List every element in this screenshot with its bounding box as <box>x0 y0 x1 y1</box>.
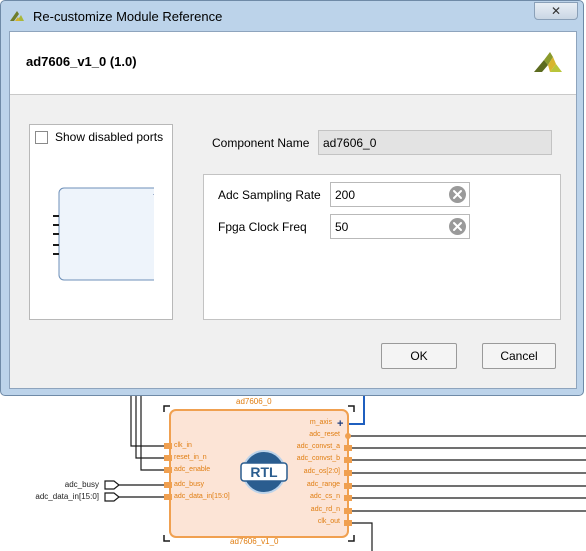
vivado-app-icon <box>10 11 24 21</box>
component-name-label: Component Name <box>212 136 310 150</box>
port-adc-enable[interactable]: adc_enable <box>174 466 210 473</box>
ok-button[interactable]: OK <box>381 343 457 369</box>
port-adc-data-in[interactable]: adc_data_in[15:0] <box>174 493 230 500</box>
module-title: ad7606_v1_0 (1.0) <box>26 54 137 69</box>
port-adc-busy[interactable]: adc_busy <box>174 481 204 488</box>
dialog-titlebar[interactable]: Re-customize Module Reference ✕ <box>1 1 585 31</box>
block-instance-name: ad7606_0 <box>236 397 272 406</box>
close-button[interactable]: ✕ <box>534 2 578 20</box>
dialog-title: Re-customize Module Reference <box>33 9 223 24</box>
external-port-adc-busy[interactable]: adc_busy <box>10 480 99 489</box>
show-disabled-ports-checkbox[interactable] <box>35 131 48 144</box>
dialog-body: ad7606_v1_0 (1.0) Show disabled ports Co… <box>9 31 577 389</box>
port-clk-out[interactable]: clk_out <box>270 518 340 525</box>
xilinx-logo-icon <box>534 52 562 72</box>
port-reset-in-n[interactable]: reset_in_n <box>174 454 207 461</box>
clear-icon[interactable] <box>448 185 467 204</box>
port-clk-in[interactable]: clk_in <box>174 442 192 449</box>
component-name-field[interactable]: ad7606_0 <box>318 130 552 155</box>
port-adc-os[interactable]: adc_os[2:0] <box>270 468 340 475</box>
port-adc-convst-b[interactable]: adc_convst_b <box>270 455 340 462</box>
parameters-panel: Adc Sampling Rate 200 Fpga Clock Freq 50 <box>203 174 561 320</box>
svg-text:+: + <box>337 418 343 430</box>
external-port-adc-data-in[interactable]: adc_data_in[15:0] <box>10 492 99 501</box>
clear-icon[interactable] <box>448 217 467 236</box>
block-module-name: ad7606_v1_0 <box>230 537 279 546</box>
svg-text:+: + <box>153 190 154 199</box>
fpga-clock-freq-label: Fpga Clock Freq <box>218 220 307 234</box>
port-adc-rd-n[interactable]: adc_rd_n <box>270 506 340 513</box>
port-adc-range[interactable]: adc_range <box>270 481 340 488</box>
port-adc-cs-n[interactable]: adc_cs_n <box>270 493 340 500</box>
cancel-button[interactable]: Cancel <box>482 343 556 369</box>
port-m-axis[interactable]: m_axis <box>270 419 332 426</box>
port-adc-reset[interactable]: adc_reset <box>270 431 340 438</box>
adc-sampling-rate-label: Adc Sampling Rate <box>218 188 321 202</box>
recustomize-dialog: Re-customize Module Reference ✕ ad7606_v… <box>0 0 584 396</box>
ip-symbol-panel: Show disabled ports <box>29 124 173 320</box>
port-adc-convst-a[interactable]: adc_convst_a <box>270 443 340 450</box>
dialog-header: ad7606_v1_0 (1.0) <box>10 32 576 95</box>
ip-symbol-preview: + <box>53 187 154 281</box>
show-disabled-ports-label: Show disabled ports <box>55 130 164 144</box>
